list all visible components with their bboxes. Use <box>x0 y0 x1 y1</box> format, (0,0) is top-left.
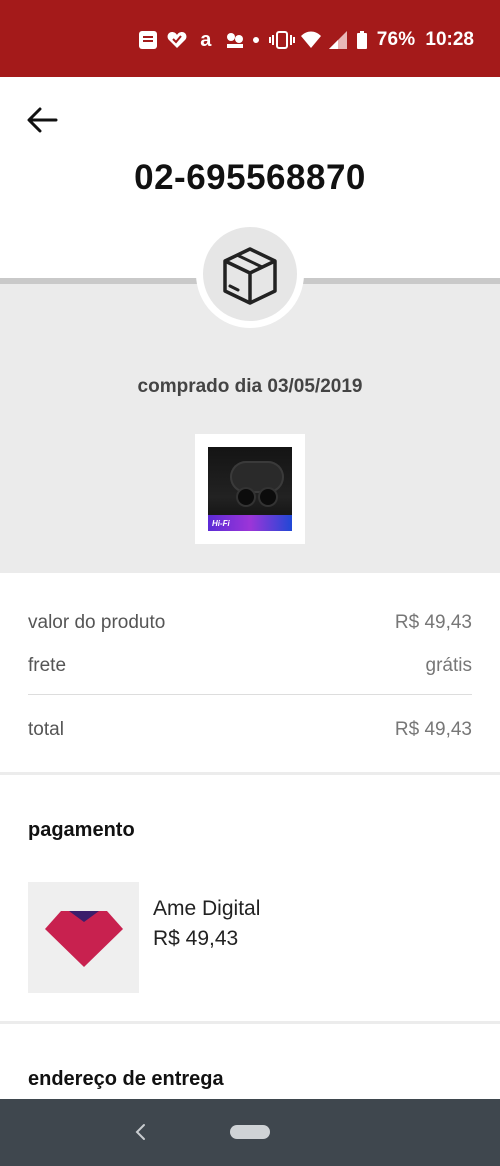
shipping-row: frete grátis <box>28 655 472 677</box>
delivery-section-title: endereço de entrega <box>28 1068 224 1090</box>
nav-back-button[interactable] <box>128 1117 152 1147</box>
status-bar: a 76% 10:28 <box>0 0 500 77</box>
order-number: 02-695568870 <box>134 158 366 197</box>
battery-icon <box>356 31 367 49</box>
purchase-date: comprado dia 03/05/2019 <box>137 376 363 397</box>
vibrate-icon <box>268 31 295 49</box>
signal-icon <box>328 31 347 49</box>
total-value: R$ 49,43 <box>394 719 472 740</box>
product-thumbnail[interactable]: Hi-Fi <box>195 434 305 544</box>
arrow-left-icon <box>27 107 58 133</box>
amazon-icon: a <box>200 29 212 51</box>
section-divider <box>0 772 500 775</box>
total-row: total R$ 49,43 <box>28 719 472 741</box>
package-box-icon <box>223 247 277 305</box>
shipping-label: frete <box>28 655 67 676</box>
chevron-left-icon <box>135 1124 145 1140</box>
total-label: total <box>28 719 64 740</box>
clock: 10:28 <box>425 29 474 50</box>
payment-amount: R$ 49,43 <box>153 927 239 950</box>
flowers-icon <box>225 31 243 49</box>
notification-icon <box>138 31 157 49</box>
heart-icon <box>167 31 187 49</box>
product-value-row: valor do produto R$ 49,43 <box>28 612 472 634</box>
earbuds-product-image: Hi-Fi <box>208 447 292 531</box>
order-status-indicator <box>196 220 304 328</box>
product-value-label: valor do produto <box>28 612 166 633</box>
ame-digital-logo <box>28 882 139 993</box>
ame-logo-icon <box>44 910 123 967</box>
wifi-icon <box>300 31 321 49</box>
system-nav-bar <box>0 1099 500 1166</box>
product-value-amount: R$ 49,43 <box>394 612 472 633</box>
summary-divider <box>28 694 472 695</box>
payment-section-title: pagamento <box>28 819 135 841</box>
shipping-value: grátis <box>425 655 472 676</box>
home-pill-icon[interactable] <box>230 1125 270 1139</box>
status-icons: a 76% 10:28 <box>138 26 474 54</box>
section-divider <box>0 1021 500 1024</box>
back-button[interactable] <box>22 100 62 140</box>
battery-percent: 76% <box>376 29 416 50</box>
dot-icon <box>252 37 259 43</box>
payment-method-name: Ame Digital <box>153 897 261 920</box>
